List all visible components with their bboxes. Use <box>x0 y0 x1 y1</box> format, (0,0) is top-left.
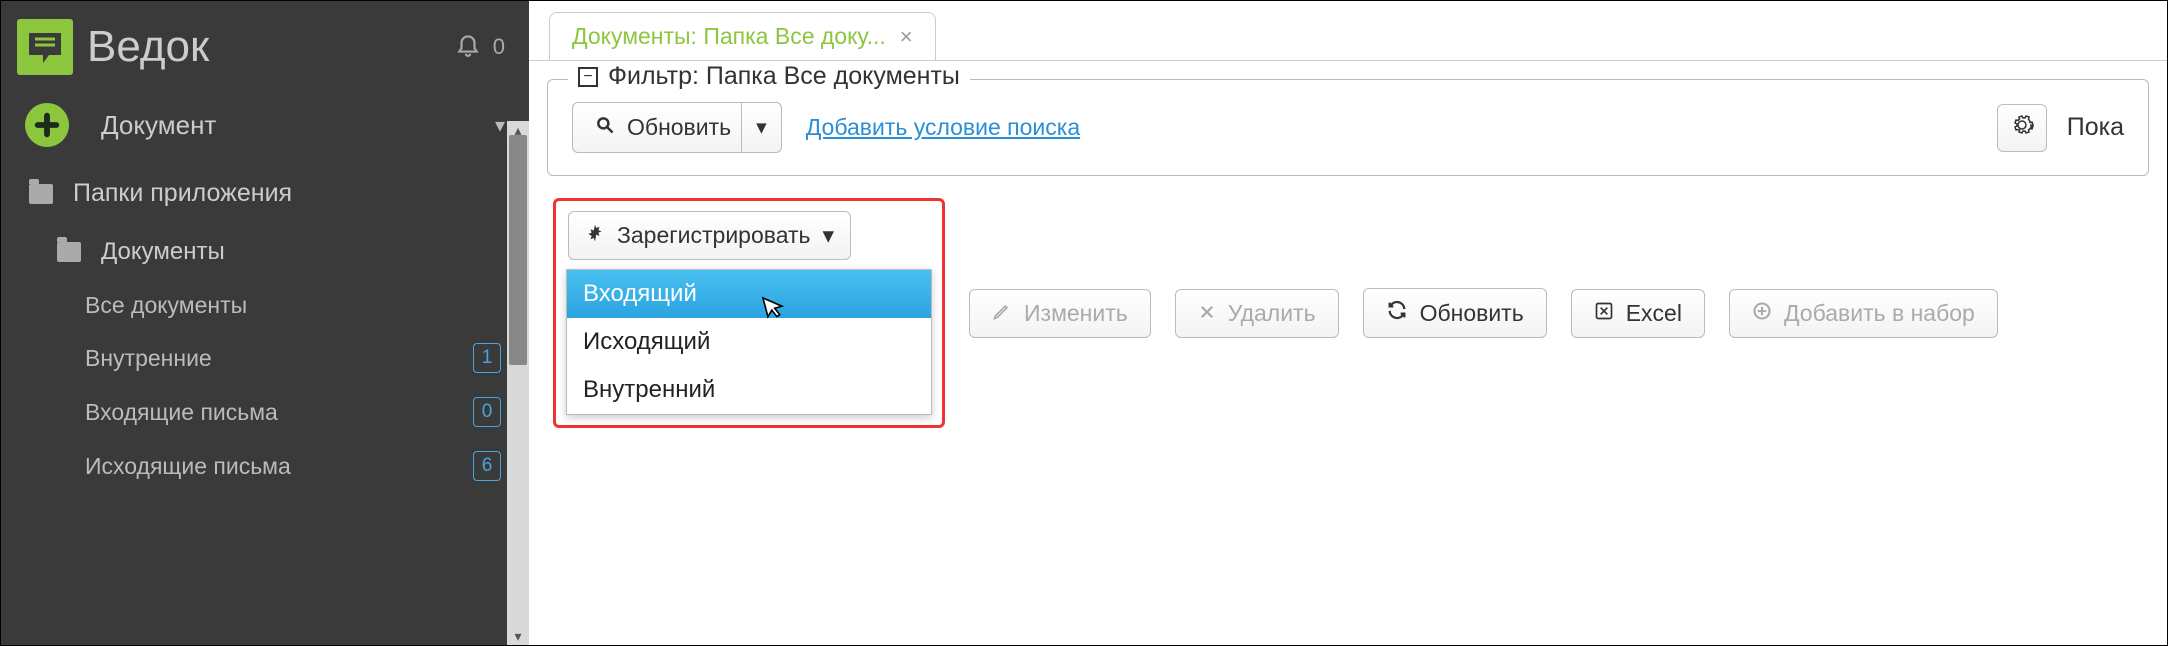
sidebar-sub-documents[interactable]: Документы <box>1 224 529 280</box>
register-label: Зарегистрировать <box>617 222 811 249</box>
cell-content[interactable]: Письмо 1 с файлом по шаблон... <box>1463 485 1855 537</box>
add-to-set-label: Добавить в набор <box>1784 300 1975 327</box>
sidebar-sub-label: Документы <box>101 238 225 266</box>
filter-legend: − Фильтр: Папка Все документы <box>568 62 970 91</box>
plus-icon <box>25 103 69 147</box>
excel-label: Excel <box>1626 300 1682 327</box>
cell-content[interactable]: Запущено и согласовано в пе... <box>1463 433 1855 485</box>
table-toolbar: Зарегистрировать ▾ Входящий Исходящий Вн… <box>529 182 2167 440</box>
sidebar-group-label: Папки приложения <box>73 179 292 208</box>
scroll-down-icon[interactable]: ▾ <box>507 627 529 645</box>
add-search-condition-link[interactable]: Добавить условие поиска <box>806 114 1080 141</box>
sidebar-item-internal[interactable]: Внутренние 1 <box>1 331 529 385</box>
sidebar-item-label: Внутренние <box>85 345 212 372</box>
cell-docnum: И3 <box>598 433 739 485</box>
filter-refresh-label: Обновить <box>627 114 731 141</box>
table-refresh-button[interactable]: Обновить <box>1363 288 1547 338</box>
table-refresh-label: Обновить <box>1420 300 1524 327</box>
register-option-outgoing[interactable]: Исходящий <box>567 318 931 366</box>
pencil-icon <box>992 300 1012 327</box>
cell-flag[interactable] <box>554 485 598 537</box>
show-label: Пока <box>2067 113 2124 142</box>
notif-count: 0 <box>493 34 505 60</box>
sidebar-scrollbar[interactable]: ▴ ▾ <box>507 121 529 645</box>
table-row[interactable]: И305.07.2024 Запущено и согласовано в пе.… <box>554 433 2167 485</box>
cell-outdate <box>1231 485 1462 537</box>
search-icon <box>595 114 615 141</box>
sidebar-item-incoming[interactable]: Входящие письма 0 <box>1 385 529 439</box>
close-icon[interactable]: × <box>900 24 913 50</box>
folder-icon <box>29 184 53 204</box>
filter-refresh-caret[interactable]: ▾ <box>742 102 782 153</box>
tab-documents[interactable]: Документы: Папка Все доку... × <box>549 12 936 60</box>
cell-docdate: 05.07.2024 <box>739 433 970 485</box>
register-button[interactable]: Зарегистрировать ▾ <box>568 211 851 260</box>
new-document-label: Документ <box>101 110 463 141</box>
notifications[interactable]: 0 <box>455 31 505 63</box>
count-badge: 6 <box>473 451 501 481</box>
filter-panel: − Фильтр: Папка Все документы Обновить ▾… <box>547 79 2149 176</box>
cell-ad <box>2086 433 2167 485</box>
sidebar-item-outgoing[interactable]: Исходящие письма 6 <box>1 439 529 493</box>
cell-ad <box>2086 485 2167 537</box>
cell-kind: Исходящий <box>1855 433 2086 485</box>
edit-button[interactable]: Изменить <box>969 289 1151 338</box>
tab-label: Документы: Папка Все доку... <box>572 23 886 50</box>
cell-outdate <box>1231 433 1462 485</box>
register-option-incoming[interactable]: Входящий <box>567 270 931 318</box>
sidebar-item-label: Входящие письма <box>85 399 278 426</box>
new-document-button[interactable]: Документ ▾ <box>1 87 529 163</box>
refresh-icon <box>1386 299 1408 327</box>
delete-label: Удалить <box>1228 300 1316 327</box>
folder-icon <box>57 242 81 262</box>
delete-button[interactable]: Удалить <box>1175 289 1339 338</box>
bell-icon <box>455 31 481 63</box>
sidebar-group-app-folders[interactable]: Папки приложения <box>1 163 529 224</box>
cell-kind: Исходящий <box>1855 485 2086 537</box>
cell-outnum <box>970 433 1231 485</box>
register-highlight: Зарегистрировать ▾ Входящий Исходящий Вн… <box>553 198 945 428</box>
chevron-down-icon: ▾ <box>823 222 835 249</box>
register-option-internal[interactable]: Внутренний <box>567 366 931 414</box>
sidebar-item-label: Исходящие письма <box>85 453 291 480</box>
count-badge: 0 <box>473 397 501 427</box>
x-icon <box>1198 300 1216 327</box>
app-name: Ведок <box>87 22 209 72</box>
brand-bar: Ведок 0 <box>1 1 529 87</box>
sidebar: Ведок 0 Документ ▾ Папки приложения Доку… <box>1 1 529 645</box>
register-dropdown: Входящий Исходящий Внутренний <box>566 269 932 415</box>
gear-icon <box>2010 113 2034 143</box>
scrollbar-thumb[interactable] <box>509 135 527 365</box>
add-to-set-button[interactable]: Добавить в набор <box>1729 289 1998 338</box>
filter-refresh-group: Обновить ▾ <box>572 102 782 153</box>
count-badge: 1 <box>473 343 501 373</box>
sidebar-item-label: Все документы <box>85 292 247 319</box>
tab-bar: Документы: Папка Все доку... × <box>529 1 2167 61</box>
cell-docnum: И1 <box>598 485 739 537</box>
filter-refresh-button[interactable]: Обновить <box>572 102 742 153</box>
filter-settings-button[interactable] <box>1997 104 2047 152</box>
main-area: Документы: Папка Все доку... × − Фильтр:… <box>529 1 2167 645</box>
excel-icon <box>1594 300 1614 327</box>
edit-label: Изменить <box>1024 300 1128 327</box>
collapse-icon[interactable]: − <box>578 67 598 87</box>
chevron-down-icon: ▾ <box>495 113 505 138</box>
table-row[interactable]: И128.06.2024 Письмо 1 с файлом по шаблон.… <box>554 485 2167 537</box>
excel-button[interactable]: Excel <box>1571 289 1705 338</box>
sidebar-item-all-documents[interactable]: Все документы <box>1 280 529 331</box>
app-logo-icon <box>17 19 73 75</box>
plus-circle-icon <box>1752 300 1772 327</box>
filter-legend-text: Фильтр: Папка Все документы <box>608 62 960 91</box>
cell-outnum <box>970 485 1231 537</box>
cell-docdate: 28.06.2024 <box>739 485 970 537</box>
starburst-icon <box>585 222 605 249</box>
cell-flag[interactable] <box>554 433 598 485</box>
